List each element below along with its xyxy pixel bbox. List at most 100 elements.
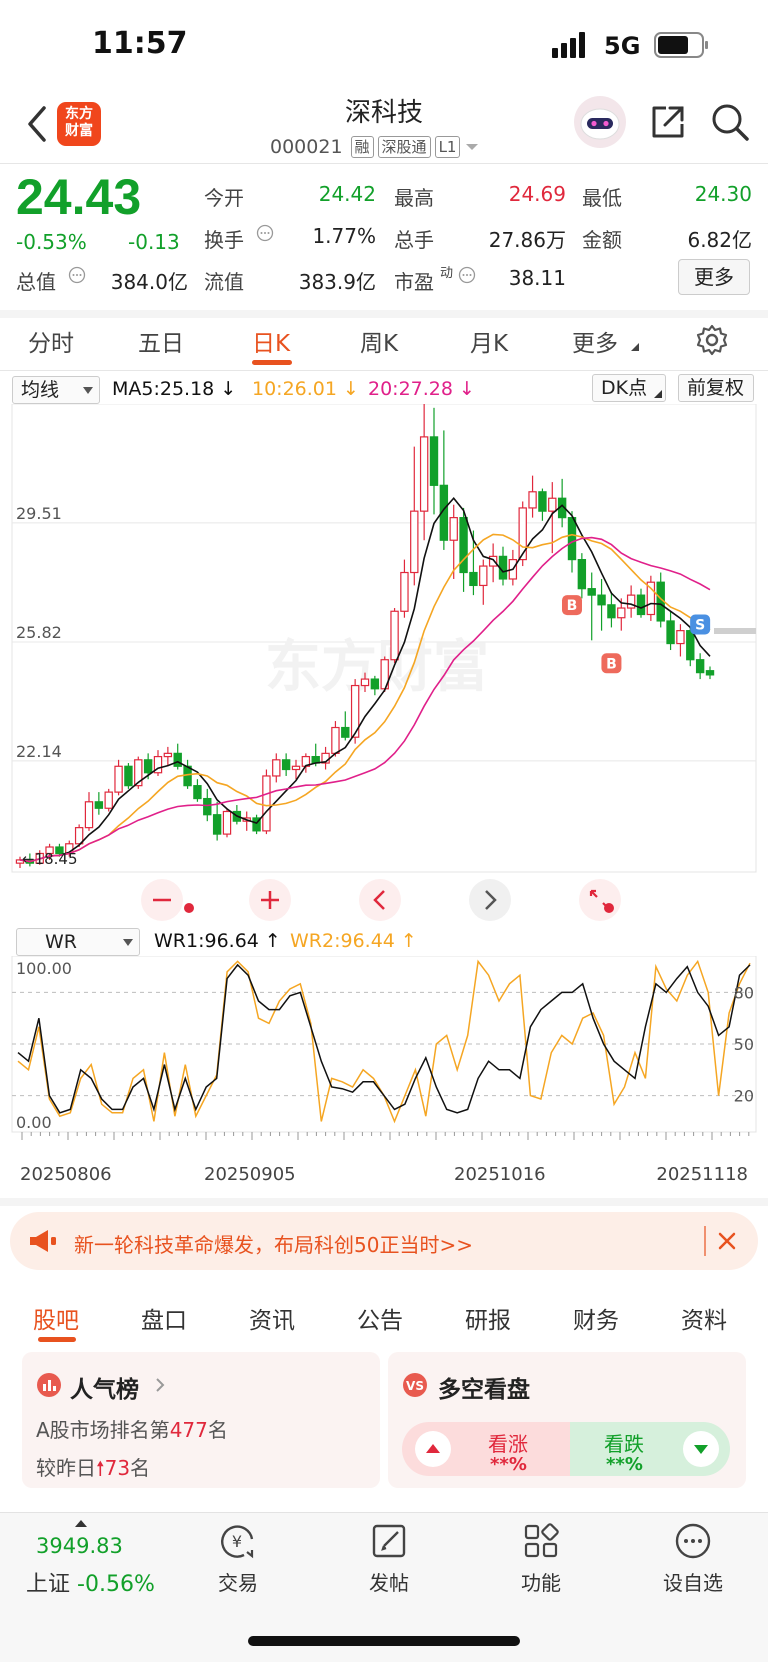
popularity-rank: A股市场排名第477名	[36, 1414, 228, 1443]
adjust-button[interactable]: 前复权	[678, 374, 754, 402]
candle-body	[518, 507, 527, 561]
tab-profile[interactable]: 资料	[681, 1301, 727, 1335]
float-value: 383.9亿	[298, 270, 376, 294]
open-value: 24.42	[318, 182, 376, 206]
index-value[interactable]: 3949.83	[36, 1534, 123, 1558]
tab-forum[interactable]: 股吧	[33, 1301, 79, 1335]
high-value: 24.69	[508, 182, 566, 206]
candle-body	[607, 604, 616, 619]
tab-intraday[interactable]: 分时	[28, 324, 74, 358]
wr2-value: WR2:96.44	[290, 930, 395, 952]
candle-body	[114, 765, 123, 793]
date-tick-label: 20250905	[204, 1164, 296, 1185]
zoom-in-button[interactable]	[248, 878, 292, 922]
tab-daily-k[interactable]: 日K	[252, 324, 290, 358]
battery-icon	[654, 32, 708, 58]
trade-icon[interactable]: ¥	[218, 1522, 258, 1560]
scroll-right-button[interactable]	[468, 878, 512, 922]
wr-y-tick-left: 0.00	[16, 1113, 52, 1132]
turnover-label: 换手	[204, 228, 244, 252]
change-suffix: 名	[130, 1456, 151, 1480]
volume-value: 27.86万	[488, 228, 566, 252]
buy-marker: B	[606, 656, 617, 672]
edit-post-icon[interactable]	[370, 1522, 408, 1560]
grid-icon[interactable]	[522, 1522, 560, 1560]
amount-value: 6.82亿	[687, 228, 752, 252]
arrow-up-icon	[415, 1431, 451, 1467]
bull-label: 看涨	[488, 1432, 528, 1456]
rank-prefix: A股市场排名第	[36, 1418, 170, 1442]
tab-news[interactable]: 资讯	[249, 1301, 295, 1335]
zoom-out-button[interactable]	[140, 878, 184, 922]
candle-body	[124, 765, 133, 787]
nav-post[interactable]: 发帖	[339, 1567, 439, 1596]
wr2-legend: WR2:96.44 ↑	[290, 930, 417, 952]
close-icon[interactable]	[716, 1230, 738, 1252]
search-icon[interactable]	[710, 102, 750, 142]
candle-body	[676, 630, 685, 645]
candle-body	[636, 594, 646, 616]
more-quote-button[interactable]: 更多	[678, 259, 750, 295]
info-icon[interactable]	[256, 224, 274, 242]
wr-y-tick-right: 80	[734, 983, 754, 1002]
nav-add-watchlist[interactable]: 设自选	[643, 1567, 743, 1596]
tab-orderbook[interactable]: 盘口	[141, 1301, 187, 1335]
fullscreen-button[interactable]	[578, 878, 622, 922]
robot-assistant-icon[interactable]	[574, 96, 626, 148]
candle-body	[331, 726, 340, 754]
ma5-value: MA5:25.18	[112, 378, 215, 400]
tab-weekly-k[interactable]: 周K	[360, 324, 398, 358]
info-icon[interactable]	[458, 266, 476, 284]
wr1-line	[17, 963, 751, 1114]
header-divider	[0, 163, 768, 164]
caret-up-icon[interactable]	[74, 1518, 88, 1528]
candle-body	[686, 630, 695, 661]
sell-marker: S	[695, 617, 705, 633]
index-change: -0.56%	[77, 1572, 155, 1597]
sub-indicator-select[interactable]: WR	[16, 928, 140, 956]
candle-body	[626, 594, 636, 609]
dk-point-button[interactable]: DK点	[592, 374, 666, 402]
nav-trade[interactable]: 交易	[188, 1567, 288, 1596]
home-indicator	[248, 1636, 520, 1646]
tab-more[interactable]: 更多	[572, 324, 618, 358]
tab-financials[interactable]: 财务	[573, 1301, 619, 1335]
nav-functions[interactable]: 功能	[491, 1567, 591, 1596]
bull-value: **%	[490, 1454, 527, 1475]
index-quote[interactable]: 上证 -0.56%	[26, 1566, 155, 1598]
svg-text:VS: VS	[406, 1379, 424, 1393]
candle-body	[666, 620, 675, 645]
tag-margin: 融	[350, 136, 374, 158]
banner-text[interactable]: 新一轮科技革命爆发，布局科创50正当时>>	[74, 1229, 473, 1258]
arrow-down-icon: ↓	[459, 378, 475, 400]
wr-y-tick-right: 50	[734, 1035, 754, 1054]
ma-select[interactable]: 均线	[12, 376, 100, 404]
gear-icon[interactable]	[696, 324, 728, 356]
scroll-left-button[interactable]	[358, 878, 402, 922]
arrow-up-icon: 🠕	[96, 1456, 105, 1480]
low-label: 最低	[582, 186, 622, 210]
turnover-value: 1.77%	[312, 224, 376, 248]
arrow-up-icon: ↑	[264, 930, 281, 952]
corner-caret-icon	[654, 390, 662, 398]
candle-body	[577, 559, 587, 590]
info-icon[interactable]	[68, 266, 86, 284]
tab-research[interactable]: 研报	[465, 1301, 511, 1335]
tab-announcements[interactable]: 公告	[357, 1301, 403, 1335]
share-icon[interactable]	[648, 102, 688, 142]
wr-chart[interactable]: 100.00 0.00 80 50 20 20250806 20250905 20251016…	[0, 956, 768, 1188]
stock-code-row[interactable]: 000021 融 深股通 L1	[270, 134, 480, 160]
rank-value: 477	[169, 1418, 208, 1442]
signal-icon	[552, 32, 585, 58]
tab-monthly-k[interactable]: 月K	[470, 324, 508, 358]
candlestick-chart[interactable]: 东方 财富 33.1929.5125.8222.1433.19→←18.45 B…	[0, 404, 768, 924]
popularity-change: 较昨日🠕73名	[36, 1452, 150, 1488]
arrow-down-icon: ↓	[220, 378, 237, 400]
svg-text:¥: ¥	[232, 1532, 242, 1551]
price-marker-bar	[714, 628, 756, 634]
more-dots-icon[interactable]	[674, 1522, 712, 1560]
tab-five-day[interactable]: 五日	[138, 324, 184, 358]
section-gap	[0, 1198, 768, 1206]
bear-value: **%	[606, 1454, 643, 1475]
candle-body	[548, 497, 557, 512]
